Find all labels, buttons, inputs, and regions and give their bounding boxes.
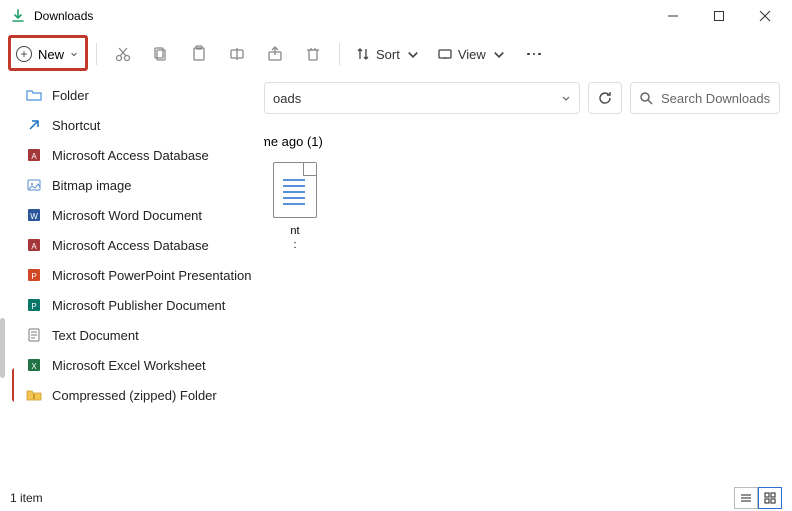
- menu-item-text[interactable]: Text Document: [14, 320, 264, 350]
- status-item-count: 1 item: [10, 491, 43, 505]
- svg-text:A: A: [31, 242, 37, 251]
- search-icon: [639, 91, 653, 105]
- shortcut-icon: [26, 117, 42, 133]
- svg-text:W: W: [30, 212, 38, 221]
- menu-item-excel[interactable]: X Microsoft Excel Worksheet: [14, 350, 264, 380]
- svg-text:P: P: [31, 302, 36, 311]
- menu-item-label: Text Document: [52, 328, 139, 343]
- maximize-button[interactable]: [696, 0, 742, 32]
- chevron-down-icon[interactable]: [561, 93, 571, 103]
- paste-button[interactable]: [181, 37, 217, 71]
- separator: [96, 43, 97, 65]
- menu-item-powerpoint[interactable]: P Microsoft PowerPoint Presentation: [14, 260, 264, 290]
- view-icon: [438, 47, 452, 61]
- access-icon: A: [26, 237, 42, 253]
- delete-button[interactable]: [295, 37, 331, 71]
- menu-item-access[interactable]: A Microsoft Access Database: [14, 140, 264, 170]
- new-menu: Folder Shortcut A Microsoft Access Datab…: [14, 80, 264, 410]
- more-button[interactable]: [516, 37, 552, 71]
- svg-text:P: P: [31, 272, 36, 281]
- folder-icon: [26, 87, 42, 103]
- icons-view-toggle[interactable]: [758, 487, 782, 509]
- publisher-icon: P: [26, 297, 42, 313]
- menu-item-label: Microsoft PowerPoint Presentation: [52, 268, 251, 283]
- refresh-button[interactable]: [588, 82, 622, 114]
- rename-button[interactable]: [219, 37, 255, 71]
- powerpoint-icon: P: [26, 267, 42, 283]
- menu-item-label: Shortcut: [52, 118, 100, 133]
- copy-button[interactable]: [143, 37, 179, 71]
- cut-button[interactable]: [105, 37, 141, 71]
- menu-item-label: Microsoft Publisher Document: [52, 298, 225, 313]
- svg-text:X: X: [31, 362, 37, 371]
- svg-text:A: A: [31, 152, 37, 161]
- menu-item-access[interactable]: A Microsoft Access Database: [14, 230, 264, 260]
- menu-item-publisher[interactable]: P Microsoft Publisher Document: [14, 290, 264, 320]
- menu-item-shortcut[interactable]: Shortcut: [14, 110, 264, 140]
- window-title: Downloads: [34, 9, 650, 23]
- details-view-toggle[interactable]: [734, 487, 758, 509]
- highlight-new-button: [8, 35, 88, 71]
- menu-item-label: Microsoft Access Database: [52, 148, 209, 163]
- address-path: oads: [273, 91, 301, 106]
- image-icon: [26, 177, 42, 193]
- sort-label: Sort: [376, 47, 400, 62]
- search-placeholder: Search Downloads: [661, 91, 770, 106]
- address-bar[interactable]: oads: [264, 82, 580, 114]
- download-icon: [10, 8, 26, 24]
- view-toggles: [734, 487, 782, 509]
- word-icon: W: [26, 207, 42, 223]
- chevron-down-icon: [406, 47, 420, 61]
- view-label: View: [458, 47, 486, 62]
- menu-item-zip[interactable]: Compressed (zipped) Folder: [14, 380, 264, 410]
- view-button[interactable]: View: [430, 37, 514, 71]
- file-item[interactable]: nt:: [260, 162, 330, 253]
- chevron-down-icon: [492, 47, 506, 61]
- group-header[interactable]: me ago (1): [260, 134, 323, 149]
- sort-icon: [356, 47, 370, 61]
- title-bar: Downloads: [0, 0, 792, 32]
- access-icon: A: [26, 147, 42, 163]
- sort-button[interactable]: Sort: [348, 37, 428, 71]
- toolbar: + New Sort View: [0, 32, 792, 76]
- menu-item-label: Microsoft Excel Worksheet: [52, 358, 206, 373]
- search-input[interactable]: Search Downloads: [630, 82, 780, 114]
- text-icon: [26, 327, 42, 343]
- menu-item-label: Microsoft Access Database: [52, 238, 209, 253]
- menu-item-label: Compressed (zipped) Folder: [52, 388, 217, 403]
- separator: [339, 43, 340, 65]
- zip-icon: [26, 387, 42, 403]
- menu-item-word[interactable]: W Microsoft Word Document: [14, 200, 264, 230]
- file-name: nt:: [290, 224, 299, 253]
- menu-item-label: Folder: [52, 88, 89, 103]
- menu-item-label: Microsoft Word Document: [52, 208, 202, 223]
- menu-item-folder[interactable]: Folder: [14, 80, 264, 110]
- status-bar: 1 item: [0, 485, 792, 511]
- share-button[interactable]: [257, 37, 293, 71]
- document-icon: [273, 162, 317, 218]
- minimize-button[interactable]: [650, 0, 696, 32]
- excel-icon: X: [26, 357, 42, 373]
- close-button[interactable]: [742, 0, 788, 32]
- menu-item-label: Bitmap image: [52, 178, 131, 193]
- nav-scrollbar[interactable]: [0, 318, 5, 378]
- menu-item-bitmap[interactable]: Bitmap image: [14, 170, 264, 200]
